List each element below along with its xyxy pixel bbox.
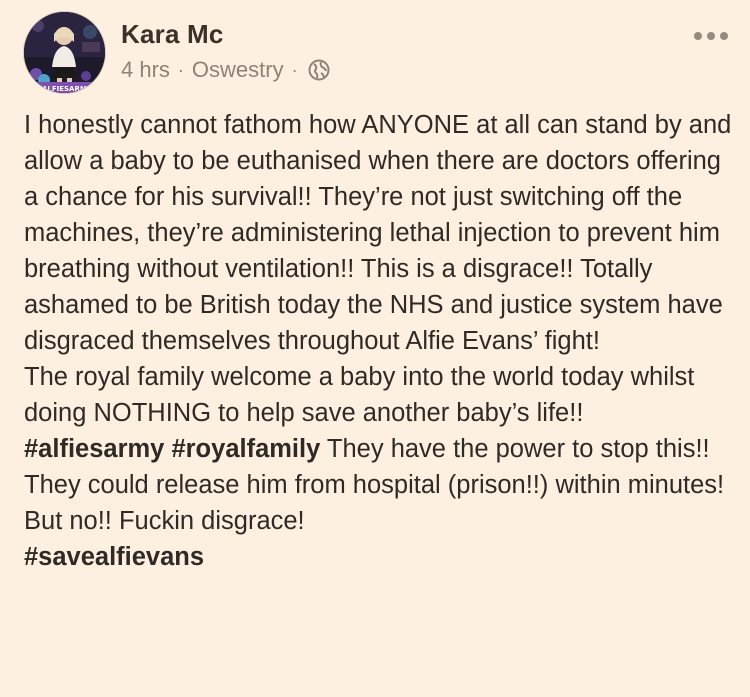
post-paragraph: #savealfievans (24, 539, 739, 575)
post-time[interactable]: 4 hrs (121, 57, 170, 83)
hashtag-link[interactable]: #alfiesarmy (24, 435, 164, 463)
author-avatar[interactable]: #ALFIESARMY (23, 11, 106, 94)
meta-separator: · (291, 59, 298, 80)
post-location[interactable]: Oswestry (192, 57, 284, 83)
meta-separator: · (177, 59, 184, 80)
globe-icon (308, 59, 330, 81)
author-name[interactable]: Kara Mc (121, 18, 224, 50)
post-paragraph: The royal family welcome a baby into the… (24, 363, 695, 427)
post-body: I honestly cannot fathom how ANYONE at a… (24, 107, 739, 575)
dot (707, 32, 715, 40)
post-paragraph-hashtags: #alfiesarmy #royalfamily They have the p… (24, 431, 739, 539)
dot (720, 32, 728, 40)
facebook-post: #ALFIESARMY Kara Mc 4 hrs · Oswestry · I… (0, 0, 750, 697)
hashtag-link[interactable]: #royalfamily (171, 435, 320, 463)
post-meta: 4 hrs · Oswestry · (121, 56, 330, 84)
more-options-icon[interactable] (694, 26, 728, 46)
hashtag-link[interactable]: #savealfievans (24, 543, 204, 571)
avatar-image: #ALFIESARMY (24, 12, 105, 93)
avatar-badge-text: #ALFIESARMY (36, 85, 93, 93)
post-paragraph: I honestly cannot fathom how ANYONE at a… (24, 111, 732, 355)
dot (694, 32, 702, 40)
